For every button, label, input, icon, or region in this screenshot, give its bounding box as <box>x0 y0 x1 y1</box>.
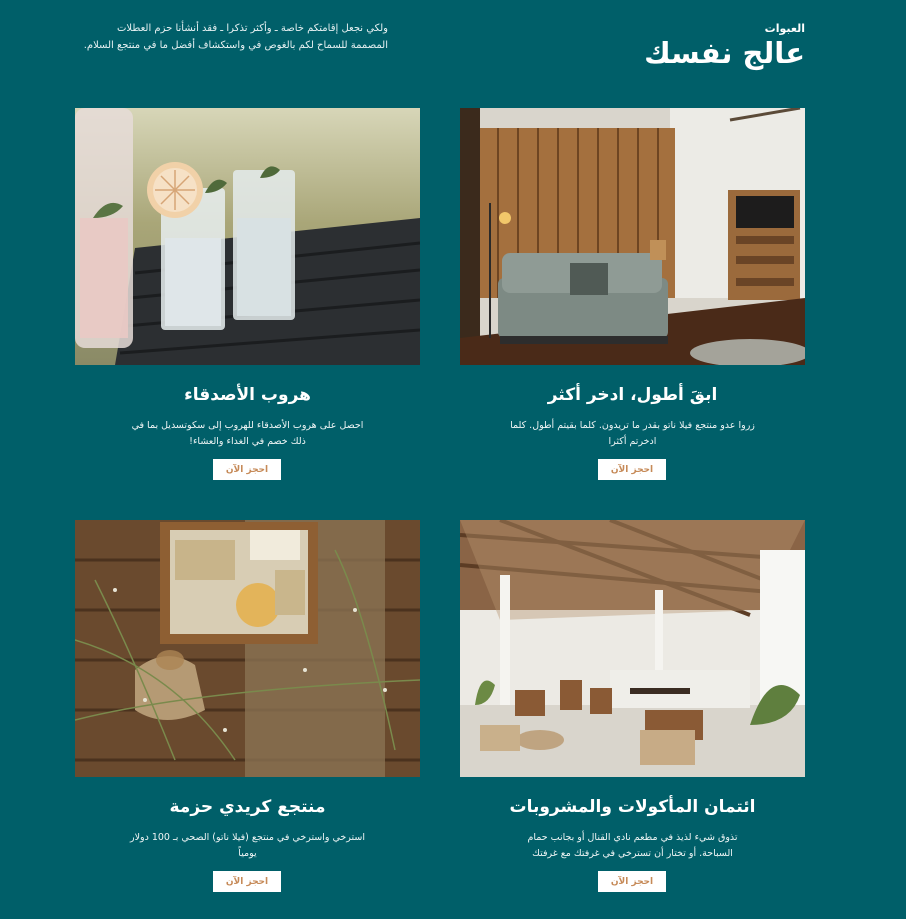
header-eyebrow: العبوات <box>764 22 805 35</box>
book-now-button[interactable]: احجز الآن <box>213 871 281 892</box>
living-room-photo <box>460 108 805 365</box>
card-title: ائتمان المأكولات والمشروبات <box>509 797 756 817</box>
card-title: منتجع كريدي حزمة <box>169 797 326 817</box>
restaurant-photo <box>460 520 805 777</box>
book-now-button[interactable]: احجز الآن <box>598 871 666 892</box>
header-description: ولكي نجعل إقامتكم خاصة ـ وأكثر تذكرا ـ ف… <box>83 23 388 51</box>
book-now-button[interactable]: احجز الآن <box>598 459 666 480</box>
card-description: تذوق شيء لذيذ في مطعم نادي القنال أو بجا… <box>527 832 738 859</box>
card-title: هروب الأصدقاء <box>184 385 311 405</box>
book-now-button[interactable]: احجز الآن <box>213 459 281 480</box>
card-title: ابقَ أطول، ادخر أكثر <box>547 385 718 405</box>
card-description: استرخي واسترخي في منتجع (فيلا ناتو) الصح… <box>129 832 366 859</box>
drinks-photo <box>75 108 420 365</box>
spa-basket-photo <box>75 520 420 777</box>
card-description: احصل على هروب الأصدقاء للهروب إلى سكوتسد… <box>131 420 364 447</box>
card-description: زروا عدو منتجع فيلا ناتو بقدر ما تريدون.… <box>510 420 755 447</box>
page-title: عالج نفسك <box>644 36 805 70</box>
